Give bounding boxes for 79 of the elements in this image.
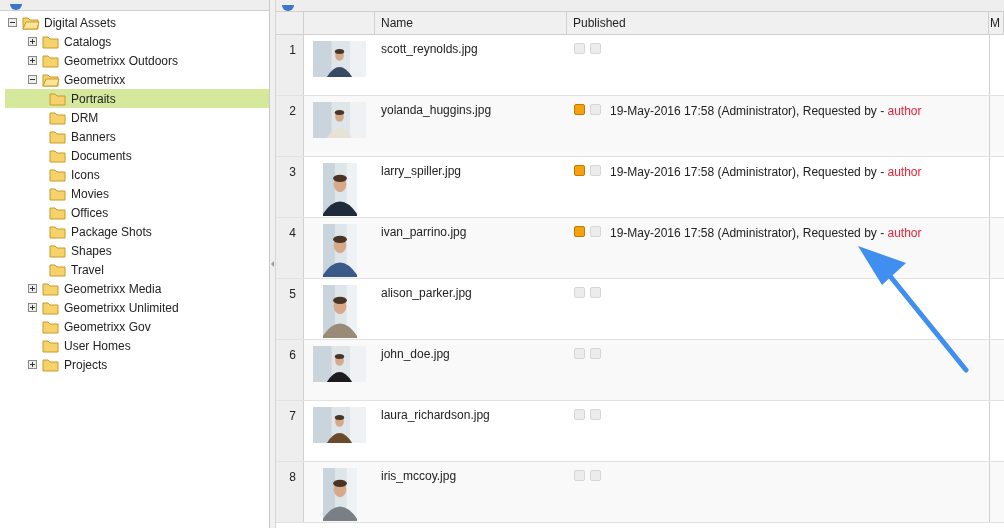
column-header[interactable]: Published [573,14,626,32]
selected-tree-row[interactable]: Portraits [5,89,269,108]
row-number: 6 [276,340,304,400]
folder-icon [42,281,60,296]
expand-icon[interactable] [28,37,37,46]
status-indicator [590,165,601,176]
folder-icon [49,91,67,106]
requester-name: author [887,225,922,242]
collapse-icon[interactable] [8,18,17,27]
row-number: 3 [276,157,304,217]
folder-icon [42,319,60,334]
column-header[interactable]: M [990,14,1000,32]
folder-icon [49,186,67,201]
publish-info: 19-May-2016 17:58 (Administrator), Requested by - [610,103,886,120]
expand-icon[interactable] [28,284,37,293]
tree-label[interactable]: Geometrixx Outdoors [64,51,179,70]
folder-icon [42,357,60,372]
file-name[interactable]: laura_richardson.jpg [381,408,490,422]
tree-label[interactable]: Catalogs [64,32,112,51]
status-indicator [590,470,601,481]
folder-icon [49,224,67,239]
collapse-icon[interactable] [28,75,37,84]
tree-label[interactable]: Geometrixx Media [64,279,162,298]
tree-label[interactable]: Portraits [71,89,116,108]
folder-icon [49,262,67,277]
file-name[interactable]: scott_reynolds.jpg [381,42,478,56]
tree-label[interactable]: User Homes [64,336,131,355]
folder-icon [49,167,67,182]
folder-icon [42,300,60,315]
row-number: 7 [276,401,304,461]
tree-label[interactable]: Shapes [71,241,112,260]
status-indicator [590,409,601,420]
tree-label[interactable]: Offices [71,203,109,222]
folder-icon [42,53,60,68]
tree-label[interactable]: Digital Assets [44,13,117,32]
expand-icon[interactable] [28,360,37,369]
file-name[interactable]: yolanda_huggins.jpg [381,103,492,117]
expand-icon[interactable] [28,56,37,65]
file-name[interactable]: larry_spiller.jpg [381,164,462,178]
requester-name: author [887,103,922,120]
file-name[interactable]: john_doe.jpg [381,347,450,361]
tree-label[interactable]: Travel [71,260,104,279]
row-number: 2 [276,96,304,156]
row-number: 4 [276,218,304,278]
row-number: 5 [276,279,304,339]
file-name[interactable]: alison_parker.jpg [381,286,472,300]
folder-icon [49,110,67,125]
folder-icon [49,205,67,220]
publish-info: 19-May-2016 17:58 (Administrator), Requested by - [610,225,886,242]
folder-icon [42,34,60,49]
status-indicator [590,43,601,54]
tree-label[interactable]: Movies [71,184,109,203]
requester-name: author [887,164,922,181]
tree-label[interactable]: Projects [64,355,108,374]
tree-label[interactable]: Geometrixx Unlimited [64,298,179,317]
folder-icon [42,72,60,87]
row-number: 1 [276,35,304,95]
tree-label[interactable]: Documents [71,146,132,165]
status-indicator [590,287,601,298]
tree-label[interactable]: Geometrixx [64,70,126,89]
file-name[interactable]: iris_mccoy.jpg [381,469,457,483]
folder-icon [49,243,67,258]
publish-info: 19-May-2016 17:58 (Administrator), Requested by - [610,164,886,181]
tree-label[interactable]: Icons [71,165,100,184]
file-name[interactable]: ivan_parrino.jpg [381,225,467,239]
folder-icon [49,148,67,163]
tree-label[interactable]: Banners [71,127,116,146]
status-indicator [590,348,601,359]
folder-icon [49,129,67,144]
column-header[interactable]: Name [381,14,413,32]
status-indicator [590,104,601,115]
folder-icon [22,15,40,30]
expand-icon[interactable] [28,303,37,312]
tree-label[interactable]: Geometrixx Gov [64,317,151,336]
tree-label[interactable]: Package Shots [71,222,152,241]
status-indicator [590,226,601,237]
folder-icon [42,338,60,353]
row-number: 8 [276,462,304,522]
tree-label[interactable]: DRM [71,108,99,127]
